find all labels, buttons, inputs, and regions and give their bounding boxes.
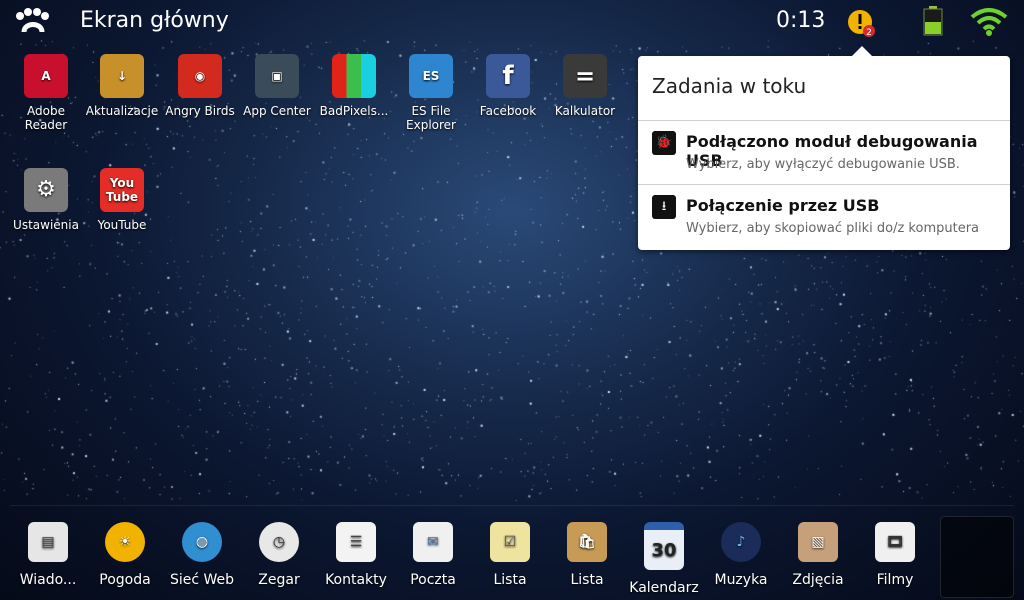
android-debug-icon: 🐞 [652,131,676,155]
film-icon: 🎞 [875,522,915,562]
youtube-icon: You Tube [100,168,144,212]
app-label: Adobe Reader [24,104,68,132]
dock-label: Pogoda [99,572,151,588]
dock-label: Sieć Web [169,572,235,588]
dock-app-mail[interactable]: ✉ Poczta [397,522,469,588]
app-label: BadPixels... [319,104,389,118]
notification-subtitle: Wybierz, aby skopiować pliki do/z komput… [686,221,980,236]
dock-app-shopping-list[interactable]: 🛍 Lista [551,522,623,588]
dock-app-contacts[interactable]: ☰ Kontakty [320,522,392,588]
settings-gears-icon: ⚙ [24,168,68,212]
dock-app-calendar[interactable]: 30 Kalendarz [628,522,700,596]
dock-app-weather[interactable]: ☀ Pogoda [89,522,161,588]
notification-panel: Zadania w toku 🐞 Podłączono moduł debugo… [638,46,1010,250]
mail-icon: ✉ [413,522,453,562]
notification-subtitle: Wybierz, aby wyłączyć debugowanie USB. [686,157,960,172]
app-ustawienia[interactable]: ⚙ Ustawienia [8,168,84,232]
dock-app-photos[interactable]: ▧ Zdjęcia [782,522,854,588]
contacts-icon: ☰ [336,522,376,562]
app-center-icon: ▣ [255,54,299,98]
calculator-icon: = [563,54,607,98]
dock-empty-slot[interactable] [940,516,1014,598]
app-facebook[interactable]: f Facebook [470,54,546,118]
angry-birds-icon: ◉ [178,54,222,98]
dock-label: Kontakty [325,572,387,588]
app-es-file-explorer[interactable]: ES ES File Explorer [393,54,469,132]
usb-icon: ⭳ [652,195,676,219]
dock-label: Lista [570,572,604,588]
shopping-bag-icon: 🛍 [567,522,607,562]
notification-count: 2 [866,28,872,38]
dock-app-clock[interactable]: ◷ Zegar [243,522,315,588]
app-aktualizacje[interactable]: ↓ Aktualizacje [84,54,160,118]
globe-icon: ◍ [182,522,222,562]
app-app-center[interactable]: ▣ App Center [239,54,315,118]
app-youtube[interactable]: You Tube YouTube [84,168,160,232]
calendar-icon: 30 [644,522,684,570]
warning-icon[interactable]: 2 [846,8,876,38]
checklist-icon: ☑ [490,522,530,562]
app-adobe-reader[interactable]: A Adobe Reader [8,54,84,132]
badpixels-icon [332,54,376,98]
dock-label: Poczta [410,572,456,588]
app-badpixels[interactable]: BadPixels... [316,54,392,118]
status-bar: Ekran główny 0:13 2 [0,0,1024,44]
dock-label: Wiado... [19,572,77,588]
dock-label: Zdjęcia [792,572,844,588]
dock-app-browser[interactable]: ◍ Sieć Web [166,522,238,588]
notification-title: Połączenie przez USB [686,196,880,215]
app-kalkulator[interactable]: = Kalkulator [547,54,623,118]
app-label: Angry Birds [165,104,235,118]
dock-label: Zegar [258,572,300,588]
app-label: Ustawienia [13,218,79,232]
app-label: YouTube [97,218,147,232]
notification-usb-debugging[interactable]: 🐞 Podłączono moduł debugowania USB Wybie… [638,120,1010,185]
news-icon: ▤ [28,522,68,562]
app-label: Facebook [479,104,537,118]
photos-icon: ▧ [798,522,838,562]
panel-title: Zadania w toku [652,74,807,98]
battery-icon [923,6,943,36]
screen-title: Ekran główny [80,8,229,33]
facebook-icon: f [486,54,530,98]
clock-time: 0:13 [776,8,826,33]
wifi-icon [970,8,1008,36]
dock-app-music[interactable]: ♪ Muzyka [705,522,777,588]
adobe-reader-icon: A [24,54,68,98]
dock-label: Lista [493,572,527,588]
dock-label: Filmy [876,572,914,588]
dock-divider [10,505,1014,506]
app-label: Kalkulator [554,104,616,118]
dock-app-news[interactable]: ▤ Wiado... [12,522,84,588]
music-icon: ♪ [721,522,761,562]
dock-label: Kalendarz [629,580,699,596]
notification-usb-connection[interactable]: ⭳ Połączenie przez USB Wybierz, aby skop… [638,184,1010,249]
weather-sun-icon: ☀ [105,522,145,562]
dock-label: Muzyka [714,572,768,588]
app-label: Aktualizacje [85,104,159,118]
app-label: ES File Explorer [406,104,456,132]
launcher-logo-icon[interactable] [14,6,54,38]
dock-app-list[interactable]: ☑ Lista [474,522,546,588]
update-box-icon: ↓ [100,54,144,98]
dock-app-videos[interactable]: 🎞 Filmy [859,522,931,588]
app-angry-birds[interactable]: ◉ Angry Birds [162,54,238,118]
app-label: App Center [243,104,311,118]
es-file-explorer-icon: ES [409,54,453,98]
clock-icon: ◷ [259,522,299,562]
